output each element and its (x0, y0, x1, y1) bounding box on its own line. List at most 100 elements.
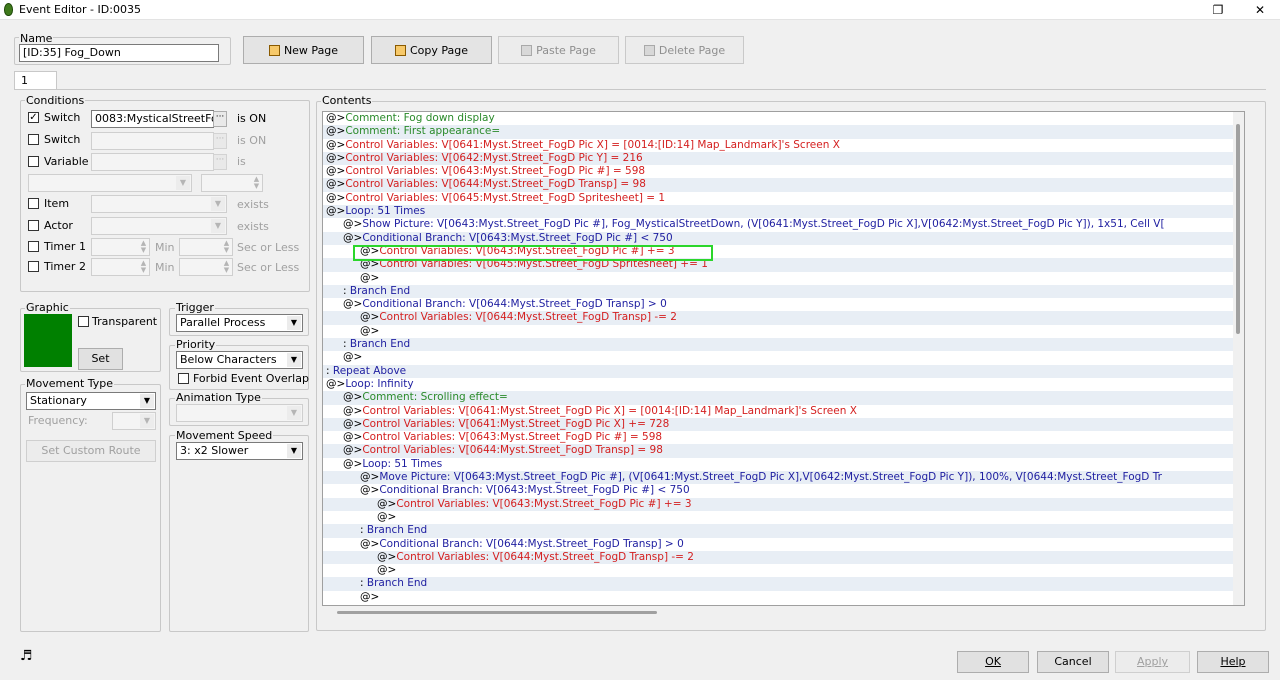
paste-page-button[interactable]: Paste Page (498, 36, 619, 64)
variable-operator-combo[interactable]: ▼ (28, 174, 192, 192)
command-line[interactable]: @>Conditional Branch: V[0643:Myst.Street… (323, 484, 1244, 497)
command-line[interactable]: @> (323, 591, 1244, 604)
priority-value: Below Characters (180, 353, 277, 366)
actor-checkbox[interactable] (28, 220, 39, 231)
command-line[interactable]: @>Move Picture: V[0643:Myst.Street_FogD … (323, 471, 1244, 485)
priority-label: Priority (175, 338, 217, 351)
movement-speed-select[interactable]: 3: x2 Slower ▼ (176, 442, 303, 460)
apply-button[interactable]: Apply (1115, 651, 1190, 673)
command-line[interactable]: @>Control Variables: V[0645:Myst.Street_… (323, 192, 1244, 205)
switch1-input[interactable]: 0083:MysticalStreetFog (91, 110, 214, 128)
transparent-checkbox[interactable] (78, 316, 89, 327)
command-prefix: : (326, 364, 333, 377)
timer1-sec-spinner[interactable]: ▲ ▼ (179, 238, 233, 256)
music-icon[interactable]: ♬ (20, 648, 33, 664)
command-line[interactable]: @>Control Variables: V[0644:Myst.Street_… (323, 311, 1244, 325)
movement-type-select[interactable]: Stationary ▼ (26, 392, 156, 410)
command-line[interactable]: @> (323, 564, 1244, 577)
command-line[interactable]: @>Control Variables: V[0644:Myst.Street_… (323, 178, 1244, 192)
trigger-select[interactable]: Parallel Process ▼ (176, 314, 303, 332)
command-line[interactable]: @>Loop: 51 Times (323, 205, 1244, 219)
command-prefix: @> (343, 351, 363, 364)
variable-input[interactable] (91, 153, 214, 171)
item-checkbox[interactable] (28, 198, 39, 209)
frequency-select[interactable]: ▼ (112, 412, 156, 430)
command-line[interactable]: @>Control Variables: V[0641:Myst.Street_… (323, 139, 1244, 152)
vertical-scrollbar-thumb[interactable] (1236, 124, 1240, 334)
restore-button[interactable]: ❐ (1198, 0, 1238, 20)
event-name-input[interactable]: [ID:35] Fog_Down (19, 44, 219, 62)
animation-type-select[interactable]: ▼ (176, 404, 303, 422)
command-line[interactable]: @>Control Variables: V[0643:Myst.Street_… (323, 497, 1244, 511)
command-line[interactable]: @>Control Variables: V[0644:Myst.Street_… (323, 550, 1244, 565)
command-line[interactable]: @>Comment: Scrolling effect= (323, 391, 1244, 405)
command-line[interactable]: : Repeat Above (323, 364, 1244, 378)
new-page-button[interactable]: New Page (243, 36, 364, 64)
variable-value-spinner[interactable]: ▲ ▼ (201, 174, 263, 192)
command-line[interactable]: @>Conditional Branch: V[0643:Myst.Street… (323, 231, 1244, 245)
command-text: Control Variables: V[0644:Myst.Street_Fo… (362, 444, 663, 457)
switch2-input[interactable] (91, 132, 214, 150)
command-line[interactable]: @> (323, 511, 1244, 524)
help-button[interactable]: Help (1197, 651, 1269, 673)
item-combo[interactable]: ▼ (91, 195, 227, 213)
frequency-label: Frequency: (28, 414, 88, 427)
switch1-checkbox[interactable]: ✓ (28, 112, 39, 123)
command-line[interactable]: @> (323, 272, 1244, 285)
command-line[interactable]: @>Loop: 51 Times (323, 458, 1244, 471)
switch1-dots-button[interactable]: ··· (213, 111, 227, 127)
copy-page-button[interactable]: Copy Page (371, 36, 492, 64)
timer1-min-spinner[interactable]: ▲ ▼ (91, 238, 150, 256)
priority-select[interactable]: Below Characters ▼ (176, 351, 303, 369)
page-tab-1[interactable]: 1 (14, 71, 57, 90)
set-graphic-button[interactable]: Set (78, 348, 123, 370)
command-line[interactable]: @> (323, 351, 1244, 364)
horizontal-scrollbar-thumb[interactable] (337, 611, 657, 614)
command-line[interactable]: : Branch End (323, 338, 1244, 352)
cancel-button[interactable]: Cancel (1037, 651, 1109, 673)
command-line[interactable]: : Branch End (323, 577, 1244, 591)
command-prefix: @> (343, 231, 363, 244)
command-line[interactable]: @> (323, 325, 1244, 338)
command-line[interactable]: @>Conditional Branch: V[0644:Myst.Street… (323, 538, 1244, 551)
movement-speed-group (169, 435, 309, 632)
command-line[interactable]: @>Conditional Branch: V[0644:Myst.Street… (323, 298, 1244, 311)
timer2-checkbox[interactable] (28, 261, 39, 272)
timer2-min-spinner[interactable]: ▲ ▼ (91, 258, 150, 276)
command-line[interactable]: @>Show Picture: V[0643:Myst.Street_FogD … (323, 218, 1244, 231)
ok-button[interactable]: OK (957, 651, 1029, 673)
event-command-list[interactable]: @>Comment: Fog down display @>Comment: Fi… (322, 111, 1245, 606)
command-line[interactable]: @>Loop: Infinity (323, 378, 1244, 391)
command-line[interactable]: @>Comment: Fog down display (323, 112, 1244, 125)
delete-page-button[interactable]: Delete Page (625, 36, 744, 64)
command-text: Conditional Branch: V[0644:Myst.Street_F… (379, 537, 684, 550)
horizontal-scrollbar[interactable] (323, 606, 1245, 619)
command-line[interactable]: @>Control Variables: V[0641:Myst.Street_… (323, 417, 1244, 432)
command-prefix: @> (343, 457, 363, 470)
forbid-overlap-checkbox[interactable] (178, 373, 189, 384)
close-button[interactable]: ✕ (1240, 0, 1280, 20)
command-line[interactable]: @>Control Variables: V[0643:Myst.Street_… (323, 431, 1244, 444)
variable-dots-button[interactable]: ··· (213, 154, 227, 170)
variable-checkbox[interactable] (28, 156, 39, 167)
command-line[interactable]: @>Control Variables: V[0641:Myst.Street_… (323, 405, 1244, 418)
switch2-checkbox[interactable] (28, 134, 39, 145)
command-line[interactable]: @>Control Variables: V[0644:Myst.Street_… (323, 444, 1244, 458)
command-line[interactable]: @>Control Variables: V[0642:Myst.Street_… (323, 151, 1244, 166)
chevron-down-icon: ▼ (287, 353, 301, 367)
command-line[interactable]: @>Comment: First appearance= (323, 125, 1244, 139)
command-line[interactable]: @>Control Variables: V[0643:Myst.Street_… (323, 165, 1244, 178)
graphic-preview[interactable] (24, 314, 72, 367)
actor-combo[interactable]: ▼ (91, 217, 227, 235)
timer2-sec-spinner[interactable]: ▲ ▼ (179, 258, 233, 276)
movement-speed-label: Movement Speed (175, 429, 274, 442)
vertical-scrollbar[interactable] (1233, 112, 1244, 605)
timer1-checkbox[interactable] (28, 241, 39, 252)
movement-speed-value: 3: x2 Slower (180, 444, 249, 457)
command-line[interactable]: : Branch End (323, 524, 1244, 538)
forbid-overlap-label: Forbid Event Overlap (193, 372, 309, 385)
set-custom-route-button[interactable]: Set Custom Route (26, 440, 156, 462)
command-text: Control Variables: V[0643:Myst.Street_Fo… (345, 165, 646, 178)
switch2-dots-button[interactable]: ··· (213, 133, 227, 149)
command-line[interactable]: : Branch End (323, 284, 1244, 299)
